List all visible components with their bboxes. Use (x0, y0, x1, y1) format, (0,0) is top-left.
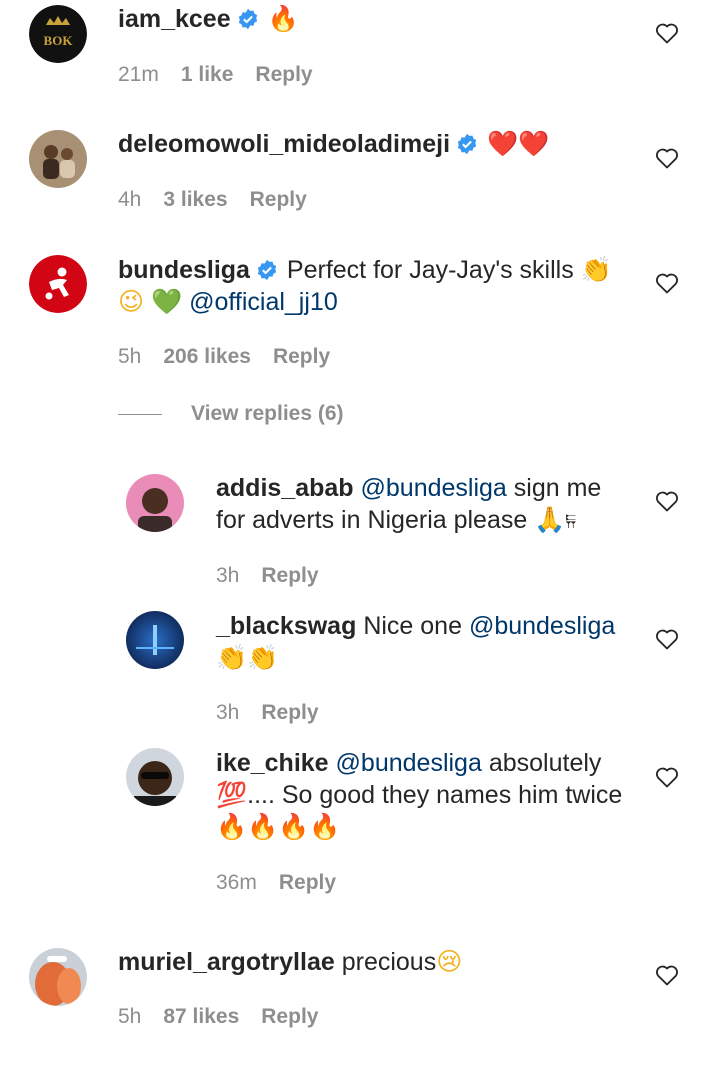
avatar[interactable] (126, 474, 184, 532)
reply-button[interactable]: Reply (255, 63, 312, 87)
reply-button[interactable]: Reply (261, 701, 318, 725)
avatar[interactable] (126, 611, 184, 669)
reply-text: sign me (513, 474, 602, 502)
avatar[interactable]: BOK (29, 5, 87, 63)
heart-icon[interactable] (655, 766, 679, 788)
mention-link[interactable]: @official_jj10 (189, 288, 338, 316)
clapping-hands-emoji: 👏 (580, 255, 612, 284)
like-count[interactable]: 87 likes (163, 1005, 239, 1029)
heart-icon[interactable] (655, 490, 679, 512)
reply-button[interactable]: Reply (273, 345, 330, 369)
unknown-glyph: 𐏂 (565, 512, 577, 532)
view-replies-label[interactable]: View replies (6) (191, 402, 344, 426)
like-count[interactable]: 1 like (181, 63, 234, 87)
verified-badge-icon (457, 133, 477, 155)
timestamp: 4h (118, 188, 142, 211)
like-count[interactable]: 206 likes (163, 345, 251, 369)
crying-face-emoji: 😢 (436, 947, 463, 976)
username[interactable]: ike_chike (216, 749, 329, 777)
comment-meta: 21m 1 like Reply (118, 63, 313, 87)
username[interactable]: deleomowoli_mideoladimeji (118, 130, 450, 158)
heart-icon[interactable] (655, 964, 679, 986)
timestamp: 5h (118, 1005, 142, 1028)
green-heart-emoji: 💚 (151, 287, 183, 316)
reply-meta: 3h Reply (216, 564, 319, 588)
reply-button[interactable]: Reply (250, 188, 307, 212)
reply-text-line2: .... So good they names him twice (247, 781, 623, 809)
reply-meta: 36m Reply (216, 871, 336, 895)
comment-meta: 4h 3 likes Reply (118, 188, 307, 212)
timestamp: 36m (216, 871, 257, 894)
svg-text:BOK: BOK (44, 33, 74, 48)
avatar[interactable] (126, 748, 184, 806)
mention-link[interactable]: @bundesliga (336, 749, 482, 777)
reply-button[interactable]: Reply (261, 1005, 318, 1029)
timestamp: 3h (216, 564, 240, 587)
clapping-hands-emoji: 👏👏 (216, 643, 279, 672)
avatar[interactable] (29, 255, 87, 313)
reply-button[interactable]: Reply (261, 564, 318, 588)
username[interactable]: addis_abab (216, 474, 354, 502)
reply-text: Nice one (363, 612, 462, 640)
winking-face-emoji: 😉 (118, 287, 145, 316)
fire-emoji: 🔥🔥🔥🔥 (216, 812, 341, 841)
verified-badge-icon (257, 259, 277, 281)
hundred-points-emoji: 💯 (216, 780, 248, 809)
heart-icon[interactable] (655, 147, 679, 169)
comment-body: iam_kcee 🔥 (118, 3, 299, 35)
reply-meta: 3h Reply (216, 701, 319, 725)
comment-body: deleomowoli_mideoladimeji ❤️❤️ (118, 128, 549, 160)
reply-body: ike_chike @bundesliga absolutely 💯.... S… (216, 747, 636, 843)
comment-text: Perfect for Jay-Jay's skills (286, 256, 574, 284)
comment-meta: 5h 87 likes Reply (118, 1005, 318, 1029)
comment-body: bundesliga Perfect for Jay-Jay's skills … (118, 254, 638, 318)
reply-button[interactable]: Reply (279, 871, 336, 895)
username[interactable]: iam_kcee (118, 5, 231, 33)
comment-text: precious (341, 948, 437, 976)
red-heart-emoji: ❤️❤️ (486, 129, 550, 158)
like-count[interactable]: 3 likes (163, 188, 227, 212)
heart-icon[interactable] (655, 628, 679, 650)
view-replies-toggle[interactable]: View replies (6) (118, 402, 344, 426)
divider-line (118, 413, 162, 415)
avatar[interactable] (29, 948, 87, 1006)
verified-badge-icon (238, 8, 257, 30)
username[interactable]: bundesliga (118, 256, 250, 284)
heart-icon[interactable] (655, 22, 679, 44)
timestamp: 5h (118, 345, 142, 368)
timestamp: 3h (216, 701, 240, 724)
mention-link[interactable]: @bundesliga (361, 474, 507, 502)
heart-icon[interactable] (655, 272, 679, 294)
username[interactable]: muriel_argotryllae (118, 948, 335, 976)
username[interactable]: _blackswag (216, 612, 356, 640)
reply-text: absolutely (488, 749, 602, 777)
reply-body: addis_abab @bundesliga sign me for adver… (216, 472, 626, 538)
timestamp: 21m (118, 63, 159, 86)
fire-emoji: 🔥 (267, 4, 299, 33)
mention-link[interactable]: @bundesliga (469, 612, 615, 640)
folded-hands-emoji: 🙏 (534, 505, 566, 534)
avatar[interactable] (29, 130, 87, 188)
reply-text-line2: for adverts in Nigeria please (216, 506, 528, 534)
comment-meta: 5h 206 likes Reply (118, 345, 330, 369)
comment-body: muriel_argotryllae precious😢 (118, 946, 462, 978)
reply-body: _blackswag Nice one @bundesliga 👏👏 (216, 610, 626, 674)
